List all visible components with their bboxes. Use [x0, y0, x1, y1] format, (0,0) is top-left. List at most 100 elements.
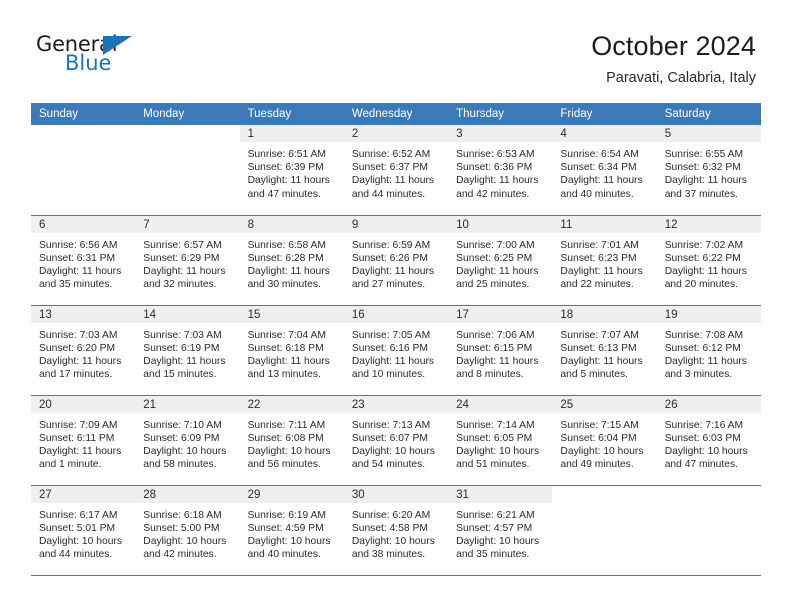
calendar-day-cell[interactable]: 16 Sunrise: 7:05 AM Sunset: 6:16 PM Dayligh…	[343, 305, 449, 396]
daylight-text-line2: and 1 minute.	[39, 459, 102, 471]
calendar-day-cell[interactable]: 14 Sunrise: 7:03 AM Sunset: 6:19 PM Dayligh…	[135, 305, 240, 396]
daylight-text-line1: Daylight: 10 hours	[143, 535, 227, 547]
day-number: 10	[448, 215, 553, 233]
daylight-text-line1: Daylight: 10 hours	[560, 445, 644, 457]
daylight-text-line2: and 15 minutes.	[143, 369, 217, 381]
day-sun-info: Sunrise: 6:18 AM Sunset: 5:00 PM Daylight:…	[135, 503, 239, 562]
calendar-day-cell[interactable]: 10 Sunrise: 7:00 AM Sunset: 6:25 PM Dayligh…	[448, 215, 553, 306]
sunset-text: Sunset: 6:36 PM	[456, 162, 533, 174]
daylight-text-line2: and 32 minutes.	[143, 279, 217, 291]
calendar-day-cell[interactable]: 12 Sunrise: 7:02 AM Sunset: 6:22 PM Dayligh…	[656, 215, 761, 306]
daylight-text-line1: Daylight: 10 hours	[247, 445, 331, 457]
calendar-cell-empty	[31, 125, 136, 216]
sunset-text: Sunset: 4:59 PM	[247, 522, 324, 534]
day-number: 9	[343, 215, 449, 233]
day-number: 19	[656, 305, 761, 323]
sunset-text: Sunset: 6:25 PM	[456, 252, 533, 264]
calendar-day-cell[interactable]: 22 Sunrise: 7:11 AM Sunset: 6:08 PM Dayligh…	[239, 395, 344, 486]
calendar-day-cell[interactable]: 27 Sunrise: 6:17 AM Sunset: 5:01 PM Dayligh…	[31, 485, 136, 576]
daylight-text-line1: Daylight: 11 hours	[456, 355, 539, 367]
calendar-day-cell[interactable]: 13 Sunrise: 7:03 AM Sunset: 6:20 PM Dayligh…	[31, 305, 136, 396]
day-number: 16	[343, 305, 449, 323]
calendar-grid: Sunday Monday Tuesday Wednesday Thursday…	[31, 103, 761, 576]
daylight-text-line1: Daylight: 10 hours	[247, 535, 331, 547]
calendar-day-cell[interactable]: 25 Sunrise: 7:15 AM Sunset: 6:04 PM Dayligh…	[552, 395, 657, 486]
daylight-text-line2: and 37 minutes.	[664, 188, 738, 200]
daylight-text-line2: and 42 minutes.	[456, 188, 530, 200]
sunrise-text: Sunrise: 7:14 AM	[456, 419, 535, 431]
sunset-text: Sunset: 6:03 PM	[664, 432, 741, 444]
sunset-text: Sunset: 6:28 PM	[247, 252, 324, 264]
day-number	[135, 125, 239, 142]
calendar-week-row: 27 Sunrise: 6:17 AM Sunset: 5:01 PM Dayligh…	[31, 485, 761, 576]
day-number: 14	[135, 305, 240, 323]
daylight-text-line1: Daylight: 11 hours	[456, 175, 539, 187]
sunset-text: Sunset: 5:01 PM	[39, 522, 116, 534]
daylight-text-line2: and 20 minutes.	[664, 279, 738, 291]
sunset-text: Sunset: 6:11 PM	[39, 432, 115, 444]
calendar-day-cell[interactable]: 31 Sunrise: 6:21 AM Sunset: 4:57 PM Dayligh…	[448, 485, 553, 576]
calendar-header-row: Sunday Monday Tuesday Wednesday Thursday…	[31, 103, 761, 125]
calendar-day-cell[interactable]: 11 Sunrise: 7:01 AM Sunset: 6:23 PM Dayligh…	[552, 215, 657, 306]
day-number	[657, 486, 761, 503]
day-sun-info: Sunrise: 7:09 AM Sunset: 6:11 PM Daylight:…	[31, 413, 135, 472]
calendar-day-cell[interactable]: 26 Sunrise: 7:16 AM Sunset: 6:03 PM Dayligh…	[656, 395, 761, 486]
calendar-day-cell[interactable]: 17 Sunrise: 7:06 AM Sunset: 6:15 PM Dayligh…	[448, 305, 553, 396]
calendar-day-cell[interactable]: 29 Sunrise: 6:19 AM Sunset: 4:59 PM Dayligh…	[239, 485, 344, 576]
sunset-text: Sunset: 6:22 PM	[664, 252, 741, 264]
day-number: 12	[656, 215, 761, 233]
calendar-day-cell[interactable]: 2 Sunrise: 6:52 AM Sunset: 6:37 PM Daylight…	[343, 125, 449, 216]
day-sun-info: Sunrise: 6:56 AM Sunset: 6:31 PM Daylight:…	[31, 233, 135, 292]
calendar-day-cell[interactable]: 7 Sunrise: 6:57 AM Sunset: 6:29 PM Daylight…	[135, 215, 240, 306]
daylight-text-line2: and 40 minutes.	[560, 188, 634, 200]
calendar-page: General Blue October 2024 Paravati, Cala…	[0, 0, 792, 612]
daylight-text-line1: Daylight: 10 hours	[143, 445, 227, 457]
sunset-text: Sunset: 6:04 PM	[560, 432, 637, 444]
sunset-text: Sunset: 6:20 PM	[39, 342, 116, 354]
daylight-text-line1: Daylight: 10 hours	[351, 535, 435, 547]
sunrise-text: Sunrise: 6:52 AM	[351, 149, 431, 160]
day-number: 22	[239, 395, 344, 413]
sunrise-text: Sunrise: 6:21 AM	[456, 509, 535, 521]
day-number: 21	[135, 395, 240, 413]
day-number: 27	[31, 485, 136, 503]
calendar-day-cell[interactable]: 18 Sunrise: 7:07 AM Sunset: 6:13 PM Dayligh…	[552, 305, 657, 396]
calendar-day-cell[interactable]: 21 Sunrise: 7:10 AM Sunset: 6:09 PM Dayligh…	[135, 395, 240, 486]
calendar-day-cell[interactable]: 5 Sunrise: 6:55 AM Sunset: 6:32 PM Daylight…	[656, 125, 761, 216]
calendar-day-cell[interactable]: 9 Sunrise: 6:59 AM Sunset: 6:26 PM Daylight…	[343, 215, 449, 306]
sunrise-text: Sunrise: 7:11 AM	[247, 419, 326, 431]
sunrise-text: Sunrise: 6:20 AM	[351, 509, 431, 521]
calendar-day-cell[interactable]: 6 Sunrise: 6:56 AM Sunset: 6:31 PM Daylight…	[31, 215, 136, 306]
sunset-text: Sunset: 6:23 PM	[560, 252, 637, 264]
calendar-day-cell[interactable]: 20 Sunrise: 7:09 AM Sunset: 6:11 PM Dayligh…	[31, 395, 136, 486]
daylight-text-line1: Daylight: 10 hours	[456, 445, 540, 457]
brand-logo[interactable]: General Blue	[36, 34, 156, 80]
sunrise-text: Sunrise: 7:04 AM	[247, 329, 326, 341]
day-sun-info: Sunrise: 7:02 AM Sunset: 6:22 PM Daylight:…	[657, 233, 761, 292]
day-number: 8	[239, 215, 344, 233]
daylight-text-line1: Daylight: 11 hours	[143, 355, 226, 367]
calendar-day-cell[interactable]: 24 Sunrise: 7:14 AM Sunset: 6:05 PM Dayligh…	[448, 395, 553, 486]
calendar-day-cell[interactable]: 15 Sunrise: 7:04 AM Sunset: 6:18 PM Dayligh…	[239, 305, 344, 396]
day-number: 6	[31, 215, 136, 233]
calendar-day-cell[interactable]: 3 Sunrise: 6:53 AM Sunset: 6:36 PM Daylight…	[448, 125, 553, 216]
calendar-day-cell[interactable]: 30 Sunrise: 6:20 AM Sunset: 4:58 PM Dayligh…	[343, 485, 449, 576]
calendar-day-cell[interactable]: 1 Sunrise: 6:51 AM Sunset: 6:39 PM Daylight…	[239, 125, 344, 216]
day-number: 15	[239, 305, 344, 323]
sunrise-text: Sunrise: 7:10 AM	[143, 419, 222, 431]
sunrise-text: Sunrise: 7:00 AM	[456, 239, 535, 251]
sunrise-text: Sunrise: 6:58 AM	[247, 239, 326, 251]
sunrise-text: Sunrise: 6:17 AM	[39, 509, 118, 521]
sunset-text: Sunset: 6:13 PM	[560, 342, 637, 354]
calendar-cell-empty	[135, 125, 240, 216]
calendar-day-cell[interactable]: 8 Sunrise: 6:58 AM Sunset: 6:28 PM Daylight…	[239, 215, 344, 306]
weekday-header-wednesday: Wednesday	[343, 103, 449, 125]
sunrise-text: Sunrise: 6:55 AM	[664, 149, 744, 160]
daylight-text-line1: Daylight: 11 hours	[456, 265, 539, 277]
calendar-day-cell[interactable]: 28 Sunrise: 6:18 AM Sunset: 5:00 PM Dayligh…	[135, 485, 240, 576]
calendar-day-cell[interactable]: 19 Sunrise: 7:08 AM Sunset: 6:12 PM Dayligh…	[656, 305, 761, 396]
sunset-text: Sunset: 6:08 PM	[247, 432, 324, 444]
day-sun-info: Sunrise: 6:20 AM Sunset: 4:58 PM Daylight:…	[344, 503, 448, 562]
calendar-day-cell[interactable]: 4 Sunrise: 6:54 AM Sunset: 6:34 PM Daylight…	[552, 125, 657, 216]
calendar-day-cell[interactable]: 23 Sunrise: 7:13 AM Sunset: 6:07 PM Dayligh…	[343, 395, 449, 486]
